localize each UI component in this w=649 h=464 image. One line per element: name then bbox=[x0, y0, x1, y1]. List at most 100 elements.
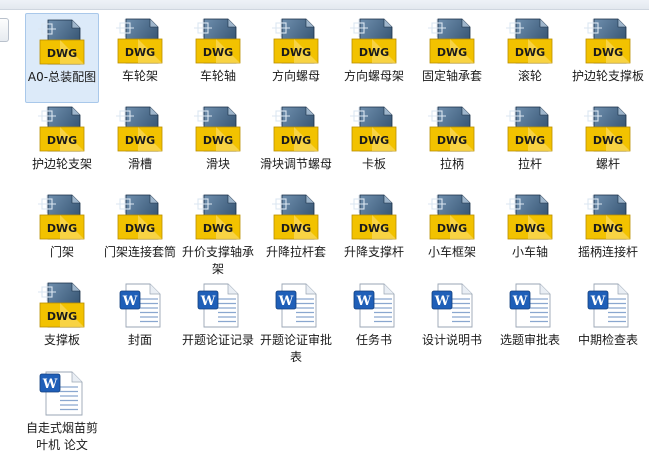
dwg-file-item[interactable]: DWG 滑块 bbox=[181, 101, 255, 181]
file-name-label: 门架连接套筒 bbox=[104, 245, 177, 259]
dwg-file-item[interactable]: DWG 方向螺母架 bbox=[337, 13, 411, 93]
file-name-label: 升降拉杆套 bbox=[265, 245, 326, 259]
dwg-file-icon: DWG bbox=[194, 105, 242, 153]
dwg-file-item[interactable]: DWG 小车轴 bbox=[493, 189, 567, 269]
file-name-label: 拉柄 bbox=[439, 157, 464, 171]
dwg-file-icon: DWG bbox=[194, 17, 242, 65]
word-document-icon: W bbox=[506, 281, 554, 329]
word-file-item[interactable]: W 开题论证审批表 bbox=[259, 277, 333, 364]
word-document-icon: W bbox=[272, 281, 320, 329]
dwg-badge-text: DWG bbox=[47, 310, 77, 323]
word-file-item[interactable]: W 封面 bbox=[103, 277, 177, 357]
word-letter-glyph: W bbox=[278, 294, 294, 309]
file-name-label: 支撑板 bbox=[43, 333, 80, 347]
file-name-label: 自走式烟苗剪叶机 论文 bbox=[26, 421, 99, 452]
dwg-file-icon: DWG bbox=[38, 105, 86, 153]
file-name-label: 拉杆 bbox=[517, 157, 542, 171]
file-name-label: 护边轮支架 bbox=[31, 157, 92, 171]
dwg-file-item[interactable]: DWG 固定轴承套 bbox=[415, 13, 489, 93]
dwg-file-item[interactable]: DWG 螺杆 bbox=[571, 101, 645, 181]
file-name-label: 卡板 bbox=[361, 157, 386, 171]
word-file-item[interactable]: W 选题审批表 bbox=[493, 277, 567, 357]
dwg-badge-text: DWG bbox=[593, 46, 623, 59]
dwg-file-item[interactable]: DWG 升价支撑轴承架 bbox=[181, 189, 255, 276]
dwg-file-item[interactable]: DWG 滚轮 bbox=[493, 13, 567, 93]
file-name-label: 设计说明书 bbox=[421, 333, 482, 347]
dwg-file-icon: DWG bbox=[194, 193, 242, 241]
dwg-file-item[interactable]: DWG A0-总装配图 bbox=[25, 13, 99, 103]
dwg-file-item[interactable]: DWG 车轮轴 bbox=[181, 13, 255, 93]
dwg-badge-text: DWG bbox=[203, 134, 233, 147]
dwg-badge-text: DWG bbox=[593, 222, 623, 235]
dwg-file-icon: DWG bbox=[428, 193, 476, 241]
file-name-label: 小车轴 bbox=[511, 245, 548, 259]
dwg-file-icon: DWG bbox=[428, 105, 476, 153]
dwg-file-item[interactable]: DWG 升降拉杆套 bbox=[259, 189, 333, 269]
file-name-label: 方向螺母架 bbox=[343, 69, 404, 83]
dwg-badge-text: DWG bbox=[125, 222, 155, 235]
word-file-item[interactable]: W 任务书 bbox=[337, 277, 411, 357]
dwg-badge-text: DWG bbox=[515, 222, 545, 235]
dwg-badge-text: DWG bbox=[437, 222, 467, 235]
dwg-file-item[interactable]: DWG 拉柄 bbox=[415, 101, 489, 181]
file-name-label: 滑块 bbox=[205, 157, 230, 171]
dwg-badge-text: DWG bbox=[203, 222, 233, 235]
dwg-file-icon: DWG bbox=[428, 17, 476, 65]
file-name-label: 摇柄连接杆 bbox=[577, 245, 638, 259]
dwg-file-icon: DWG bbox=[116, 105, 164, 153]
file-name-label: 滑槽 bbox=[127, 157, 152, 171]
file-name-label: 中期检查表 bbox=[577, 333, 638, 347]
word-document-icon: W bbox=[350, 281, 398, 329]
dwg-file-item[interactable]: DWG 升降支撑杆 bbox=[337, 189, 411, 269]
dwg-file-item[interactable]: DWG 护边轮支撑板 bbox=[571, 13, 645, 93]
word-file-item[interactable]: W 开题论证记录 bbox=[181, 277, 255, 357]
file-name-label: 滚轮 bbox=[517, 69, 542, 83]
file-name-label: 方向螺母 bbox=[271, 69, 320, 83]
dwg-badge-text: DWG bbox=[437, 46, 467, 59]
dwg-file-item[interactable]: DWG 护边轮支架 bbox=[25, 101, 99, 181]
dwg-file-icon: DWG bbox=[38, 18, 86, 66]
dwg-badge-text: DWG bbox=[281, 134, 311, 147]
file-name-label: A0-总装配图 bbox=[27, 70, 97, 84]
dwg-file-icon: DWG bbox=[506, 105, 554, 153]
dwg-file-item[interactable]: DWG 摇柄连接杆 bbox=[571, 189, 645, 269]
file-name-label: 车轮轴 bbox=[199, 69, 236, 83]
dwg-file-item[interactable]: DWG 方向螺母 bbox=[259, 13, 333, 93]
dwg-file-item[interactable]: DWG 卡板 bbox=[337, 101, 411, 181]
word-file-item[interactable]: W 自走式烟苗剪叶机 论文 bbox=[25, 365, 99, 452]
word-file-item[interactable]: W 中期检查表 bbox=[571, 277, 645, 357]
dwg-file-item[interactable]: DWG 拉杆 bbox=[493, 101, 567, 181]
dwg-file-icon: DWG bbox=[584, 105, 632, 153]
dwg-file-icon: DWG bbox=[116, 17, 164, 65]
dwg-file-item[interactable]: DWG 车轮架 bbox=[103, 13, 177, 93]
dwg-badge-text: DWG bbox=[281, 222, 311, 235]
file-name-label: 升降支撑杆 bbox=[343, 245, 404, 259]
dwg-file-item[interactable]: DWG 小车框架 bbox=[415, 189, 489, 269]
dwg-file-icon: DWG bbox=[506, 17, 554, 65]
dwg-file-icon: DWG bbox=[38, 281, 86, 329]
word-letter-glyph: W bbox=[42, 377, 58, 392]
dwg-badge-text: DWG bbox=[281, 46, 311, 59]
word-document-icon: W bbox=[584, 281, 632, 329]
file-name-label: 螺杆 bbox=[595, 157, 620, 171]
word-letter-glyph: W bbox=[122, 294, 138, 309]
word-file-item[interactable]: W 设计说明书 bbox=[415, 277, 489, 357]
dwg-file-item[interactable]: DWG 滑块调节螺母 bbox=[259, 101, 333, 181]
dwg-badge-text: DWG bbox=[359, 134, 389, 147]
word-letter-glyph: W bbox=[590, 294, 606, 309]
dwg-file-item[interactable]: DWG 门架连接套筒 bbox=[103, 189, 177, 269]
word-document-icon: W bbox=[116, 281, 164, 329]
dwg-badge-text: DWG bbox=[515, 46, 545, 59]
file-name-label: 固定轴承套 bbox=[421, 69, 482, 83]
dwg-file-item[interactable]: DWG 支撑板 bbox=[25, 277, 99, 357]
dwg-file-icon: DWG bbox=[584, 193, 632, 241]
word-letter-glyph: W bbox=[356, 294, 372, 309]
dwg-file-item[interactable]: DWG 门架 bbox=[25, 189, 99, 269]
file-name-label: 升价支撑轴承架 bbox=[182, 245, 255, 276]
word-document-icon: W bbox=[38, 369, 86, 417]
file-name-label: 护边轮支撑板 bbox=[572, 69, 645, 83]
file-name-label: 小车框架 bbox=[427, 245, 476, 259]
file-name-label: 车轮架 bbox=[121, 69, 158, 83]
dwg-file-item[interactable]: DWG 滑槽 bbox=[103, 101, 177, 181]
dwg-badge-text: DWG bbox=[47, 134, 77, 147]
